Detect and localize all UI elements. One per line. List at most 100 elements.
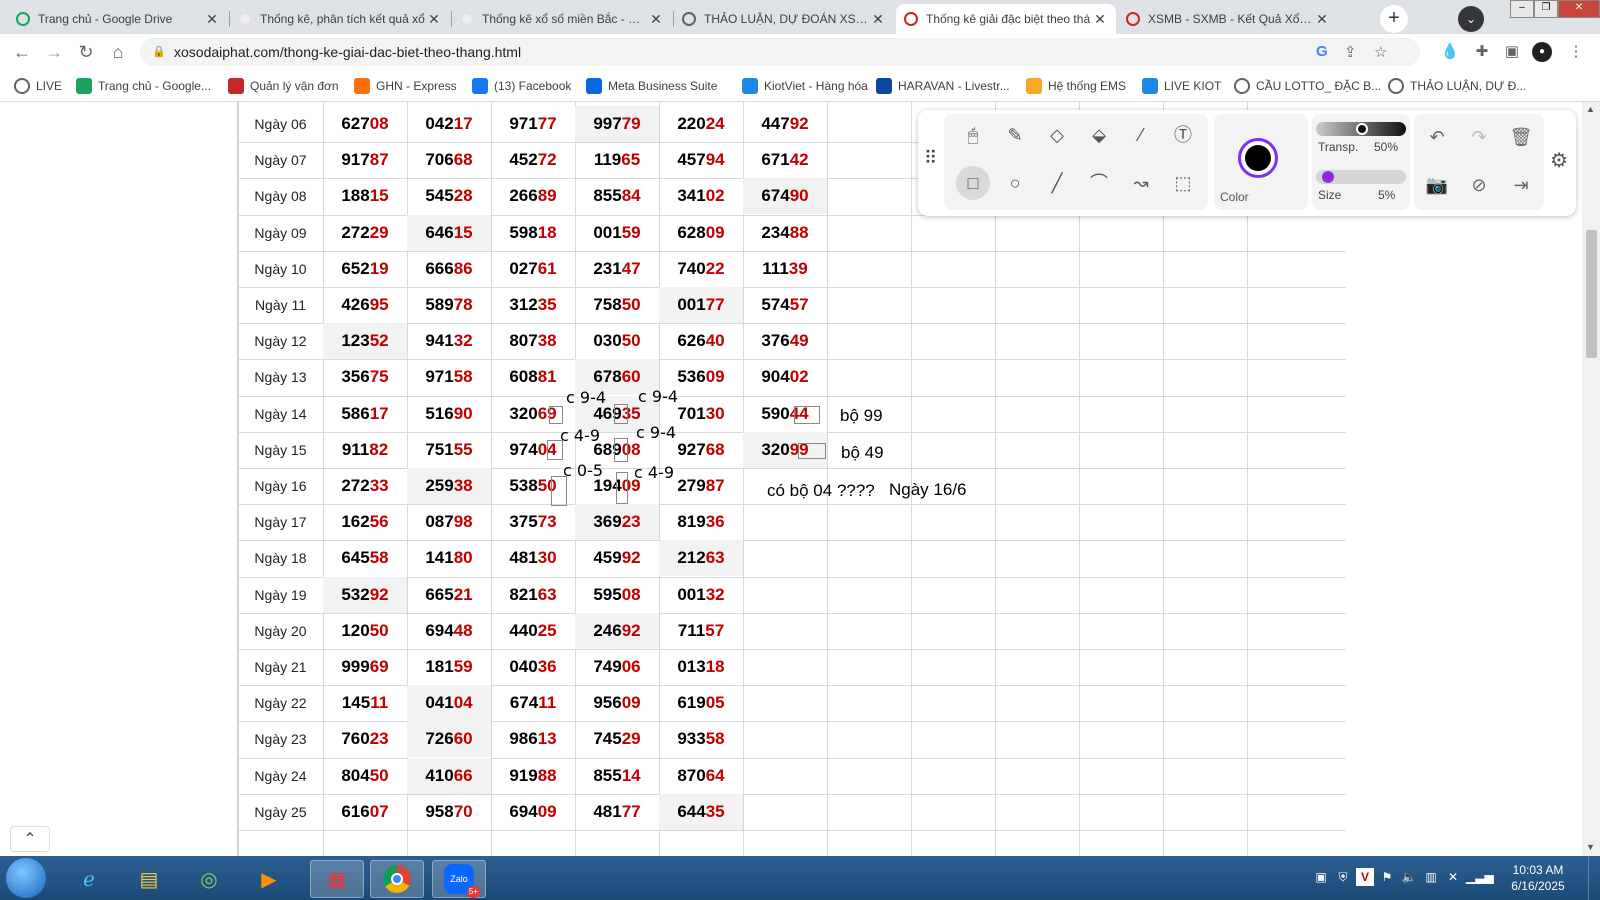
close-tab-icon[interactable]: ✕ (1314, 11, 1330, 28)
eyedropper-icon[interactable]: ⁄ (1124, 118, 1158, 152)
number-prefix: 694 (425, 620, 454, 640)
bookmark-item[interactable]: KiotViet - Hàng hóa (742, 77, 868, 95)
bookmark-item[interactable]: HARAVAN - Livestr... (876, 77, 1010, 95)
text-tool-icon[interactable]: Ⓣ (1166, 118, 1200, 152)
polygon-tool-icon[interactable]: ⬚ (1166, 166, 1200, 200)
gear-icon[interactable]: ⚙ (1550, 148, 1568, 173)
close-tab-icon[interactable]: ✕ (648, 11, 664, 28)
maximize-button[interactable]: ❐ (1534, 0, 1558, 18)
transparency-knob[interactable] (1356, 123, 1368, 135)
minimize-button[interactable]: – (1510, 0, 1534, 18)
browser-tab[interactable]: Thống kê, phân tích kết quả xổ ✕ (230, 4, 450, 34)
chrome-menu-icon[interactable]: ⋮ (1566, 42, 1586, 62)
bookmark-item[interactable]: (13) Facebook (472, 77, 571, 95)
back-arrow-icon[interactable]: ← (10, 40, 34, 64)
google-translate-icon[interactable]: G (1316, 43, 1328, 60)
number-last-two-digits: 36 (537, 657, 557, 676)
tray-volume-icon[interactable]: 🔈 (1400, 868, 1418, 886)
bookmark-item[interactable]: Hệ thống EMS (1026, 77, 1126, 95)
media-player-icon[interactable]: ▶ (242, 860, 296, 898)
tray-device-icon[interactable]: ▥ (1422, 868, 1440, 886)
bookmark-item[interactable]: GHN - Express (354, 77, 457, 95)
tab-search-button[interactable]: ⌄ (1458, 6, 1484, 32)
green-app-icon[interactable]: ◎ (182, 860, 236, 898)
chrome-taskbar-icon[interactable] (370, 860, 424, 898)
curve-tool-icon[interactable]: ⌒ (1082, 166, 1116, 200)
new-tab-button[interactable]: + (1380, 5, 1408, 33)
close-tab-icon[interactable]: ✕ (426, 11, 442, 28)
tray-mute-icon[interactable]: ✕ (1444, 868, 1462, 886)
close-tab-icon[interactable]: ✕ (1092, 11, 1108, 28)
transparency-slider[interactable] (1316, 122, 1406, 136)
camera-icon[interactable]: 📷 (1422, 170, 1452, 200)
bookmark-item[interactable]: LIVE KIOT (1142, 77, 1221, 95)
tray-flag-icon[interactable]: ⚑ (1378, 868, 1396, 886)
drag-handle-icon[interactable]: ⠿ (924, 148, 937, 169)
tray-app-icon[interactable]: ▣ (1312, 868, 1330, 886)
prize-number-cell: 42695 (323, 287, 407, 323)
redo-icon[interactable]: ↷ (1464, 122, 1494, 152)
trash-icon[interactable]: 🗑 (1506, 122, 1536, 152)
close-tab-icon[interactable]: ✕ (870, 11, 886, 28)
bookmark-item[interactable]: CẦU LOTTO_ ĐẶC B... (1234, 77, 1381, 95)
size-slider[interactable] (1316, 170, 1406, 184)
size-knob[interactable] (1321, 171, 1334, 183)
arrow-curve-tool-icon[interactable]: ↝ (1124, 166, 1158, 200)
bookmark-item[interactable]: Quản lý vận đơn (228, 77, 339, 95)
share-icon[interactable]: ⇪ (1344, 43, 1357, 61)
bookmark-item[interactable]: LIVE (14, 77, 62, 95)
start-button[interactable] (6, 858, 46, 898)
close-tab-icon[interactable]: ✕ (204, 11, 220, 28)
forward-arrow-icon[interactable]: → (42, 40, 66, 64)
spreadsheet-app-icon[interactable]: ▦ (310, 860, 364, 898)
drop-extension-icon[interactable]: 💧 (1440, 42, 1460, 62)
file-explorer-icon[interactable]: ▤ (122, 860, 176, 898)
exit-icon[interactable]: ⇥ (1506, 170, 1536, 200)
scrollbar-thumb[interactable] (1586, 230, 1597, 358)
scroll-down-arrow-icon[interactable]: ▼ (1586, 842, 1595, 852)
show-desktop-button[interactable] (1588, 856, 1600, 900)
home-icon[interactable]: ⌂ (106, 40, 130, 64)
pencil-icon[interactable]: ✎ (998, 118, 1032, 152)
internet-explorer-icon[interactable]: ℯ (62, 860, 116, 898)
color-picker[interactable]: Color (1214, 114, 1308, 210)
eraser-icon[interactable]: ◇ (1040, 118, 1074, 152)
scroll-to-top-button[interactable]: ⌃ (10, 826, 50, 852)
browser-tab[interactable]: Thống kê xổ số miền Bắc - Rồn ✕ (452, 4, 672, 34)
bookmark-star-icon[interactable]: ☆ (1374, 43, 1387, 61)
rectangle-tool-icon[interactable]: □ (956, 166, 990, 200)
prize-number-cell: 01318 (659, 649, 743, 685)
ellipse-tool-icon[interactable]: ○ (998, 166, 1032, 200)
bookmark-item[interactable]: THẢO LUẬN, DỰ Đ... (1388, 77, 1526, 95)
number-last-two-digits: 30 (537, 548, 557, 568)
close-window-button[interactable]: ✕ (1558, 0, 1600, 18)
annotation-c49: c 4-9 (634, 463, 675, 482)
undo-icon[interactable]: ↶ (1422, 122, 1452, 152)
color-swatch[interactable] (1238, 138, 1278, 178)
browser-tab[interactable]: THẢO LUẬN, DỰ ĐOÁN XSMB ✕ (674, 4, 894, 34)
prize-number-cell: 27233 (323, 468, 407, 504)
side-panel-icon[interactable]: ▣ (1502, 42, 1522, 62)
browser-tab[interactable]: Thống kê giải đặc biệt theo thá ✕ (896, 4, 1116, 34)
line-tool-icon[interactable]: ╱ (1040, 166, 1074, 200)
zalo-taskbar-icon[interactable]: Zalo 5+ (432, 860, 486, 898)
prize-number-cell: 99779 (575, 106, 659, 142)
bookmark-item[interactable]: Trang chủ - Google... (76, 77, 211, 95)
mouse-pointer-icon[interactable]: 🖱 (956, 118, 990, 152)
page-scrollbar[interactable]: ▲ ▼ (1582, 102, 1600, 856)
browser-tab[interactable]: XSMB - SXMB - Kết Quả Xổ Số ✕ (1118, 4, 1338, 34)
scroll-up-arrow-icon[interactable]: ▲ (1586, 104, 1595, 114)
hide-eye-icon[interactable]: ⊘ (1464, 170, 1494, 200)
system-clock[interactable]: 10:03 AM 6/16/2025 (1500, 862, 1576, 894)
extensions-puzzle-icon[interactable]: ✚ (1472, 42, 1492, 62)
profile-avatar[interactable]: ● (1532, 42, 1552, 62)
url-text[interactable]: xosodaiphat.com/thong-ke-giai-dac-biet-t… (174, 44, 521, 60)
tray-v-icon[interactable]: V (1356, 868, 1374, 886)
fill-bucket-icon[interactable]: ⬙ (1082, 118, 1116, 152)
tray-signal-icon[interactable]: ▁▃▅ (1466, 868, 1494, 886)
bookmark-item[interactable]: Meta Business Suite (586, 77, 717, 95)
browser-tab[interactable]: Trang chủ - Google Drive ✕ (8, 4, 228, 34)
address-bar[interactable]: 🔒 xosodaiphat.com/thong-ke-giai-dac-biet… (140, 38, 1420, 66)
reload-icon[interactable]: ↻ (74, 40, 98, 64)
tray-network-app-icon[interactable]: ⛨ (1334, 868, 1352, 886)
